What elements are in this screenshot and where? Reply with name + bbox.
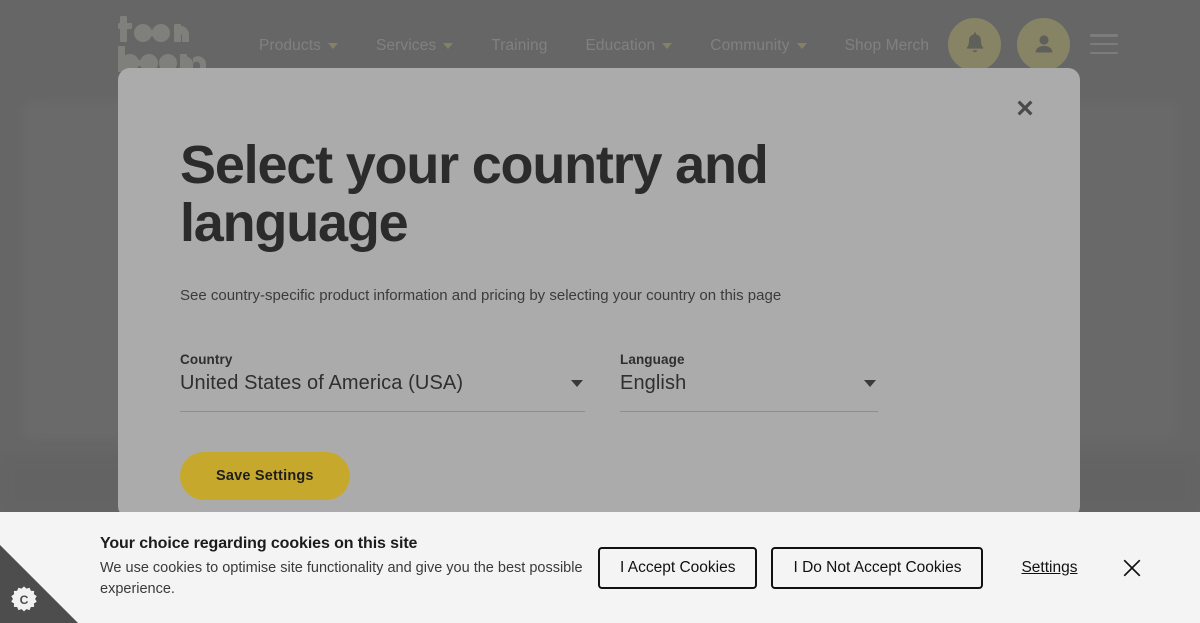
country-language-modal: Select your country and language See cou… bbox=[118, 68, 1080, 518]
close-x-icon bbox=[1017, 100, 1033, 116]
language-field-label: Language bbox=[620, 352, 685, 367]
country-field: Country United States of America (USA) bbox=[180, 352, 585, 412]
language-field: Language English bbox=[620, 352, 878, 412]
country-field-label: Country bbox=[180, 352, 233, 367]
chevron-down-icon bbox=[571, 380, 583, 387]
selection-fields: Country United States of America (USA) L… bbox=[180, 352, 1018, 412]
modal-description: See country-specific product information… bbox=[180, 287, 782, 304]
cookie-banner-title: Your choice regarding cookies on this si… bbox=[100, 535, 418, 552]
language-select[interactable]: English bbox=[620, 372, 878, 412]
cookie-settings-cog-icon: C bbox=[11, 586, 37, 612]
modal-close-button[interactable] bbox=[1005, 88, 1045, 128]
save-settings-button[interactable]: Save Settings bbox=[180, 452, 350, 500]
page-root: Products Services Training Education Com… bbox=[0, 0, 1200, 623]
decline-cookies-button[interactable]: I Do Not Accept Cookies bbox=[771, 546, 984, 589]
cookie-banner-text: Your choice regarding cookies on this si… bbox=[100, 535, 598, 600]
country-select-value: United States of America (USA) bbox=[180, 372, 464, 394]
cookie-banner-actions: I Accept Cookies I Do Not Accept Cookies… bbox=[598, 546, 1145, 589]
cookie-consent-banner: Your choice regarding cookies on this si… bbox=[0, 512, 1200, 623]
cookie-settings-corner-widget[interactable]: C bbox=[0, 545, 78, 623]
cookie-settings-link[interactable]: Settings bbox=[1021, 559, 1077, 577]
close-x-icon bbox=[1124, 559, 1141, 576]
accept-cookies-button[interactable]: I Accept Cookies bbox=[598, 546, 758, 589]
cookie-banner-close-button[interactable] bbox=[1119, 555, 1145, 581]
modal-title: Select your country and language bbox=[180, 135, 769, 253]
country-select[interactable]: United States of America (USA) bbox=[180, 372, 585, 412]
cookie-banner-body: We use cookies to optimise site function… bbox=[100, 560, 583, 597]
cookie-corner-glyph: C bbox=[20, 593, 29, 607]
language-select-value: English bbox=[620, 372, 687, 394]
chevron-down-icon bbox=[864, 380, 876, 387]
